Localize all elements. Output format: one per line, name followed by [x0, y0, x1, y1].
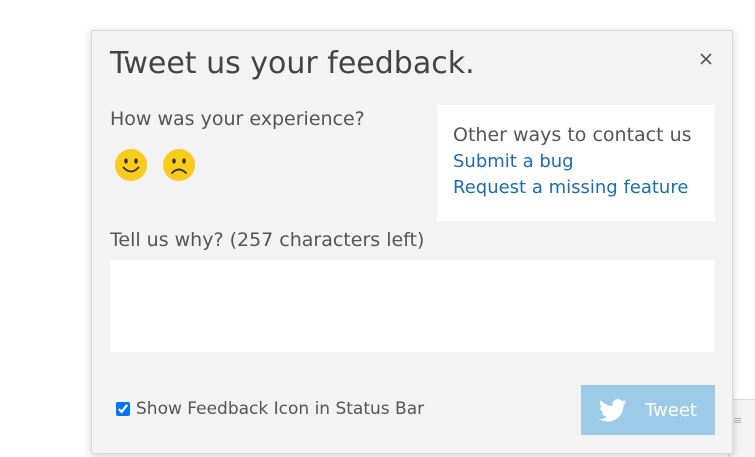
- contact-panel: Other ways to contact us Submit a bug Re…: [437, 105, 715, 221]
- tweet-label: Tweet: [645, 399, 697, 421]
- feedback-textarea[interactable]: [110, 260, 715, 352]
- close-button[interactable]: [694, 47, 718, 71]
- show-feedback-icon-option[interactable]: Show Feedback Icon in Status Bar: [116, 397, 424, 421]
- background-menu-icon: ≡: [733, 414, 743, 427]
- contact-heading: Other ways to contact us: [453, 124, 692, 146]
- smiley-sad-icon: [163, 149, 195, 181]
- submit-bug-link[interactable]: Submit a bug: [453, 149, 699, 175]
- dialog-title: Tweet us your feedback.: [110, 46, 475, 81]
- tweet-button[interactable]: Tweet: [581, 385, 715, 435]
- request-feature-link[interactable]: Request a missing feature: [453, 175, 699, 201]
- twitter-bird-icon: [599, 398, 627, 422]
- close-icon: [700, 53, 712, 65]
- sad-face-button[interactable]: [162, 148, 196, 182]
- show-feedback-icon-checkbox[interactable]: [116, 402, 130, 416]
- happy-face-button[interactable]: [114, 148, 148, 182]
- feedback-dialog: Tweet us your feedback. How was your exp…: [91, 30, 733, 454]
- show-feedback-icon-label: Show Feedback Icon in Status Bar: [136, 399, 425, 419]
- experience-question: How was your experience?: [110, 108, 365, 130]
- why-label-row: Tell us why? (257 characters left): [110, 227, 424, 253]
- character-counter: (257 characters left): [229, 229, 425, 251]
- smiley-happy-icon: [115, 149, 147, 181]
- page: ≡ Tweet us your feedback. How was your e…: [0, 0, 755, 457]
- why-label: Tell us why?: [110, 229, 224, 251]
